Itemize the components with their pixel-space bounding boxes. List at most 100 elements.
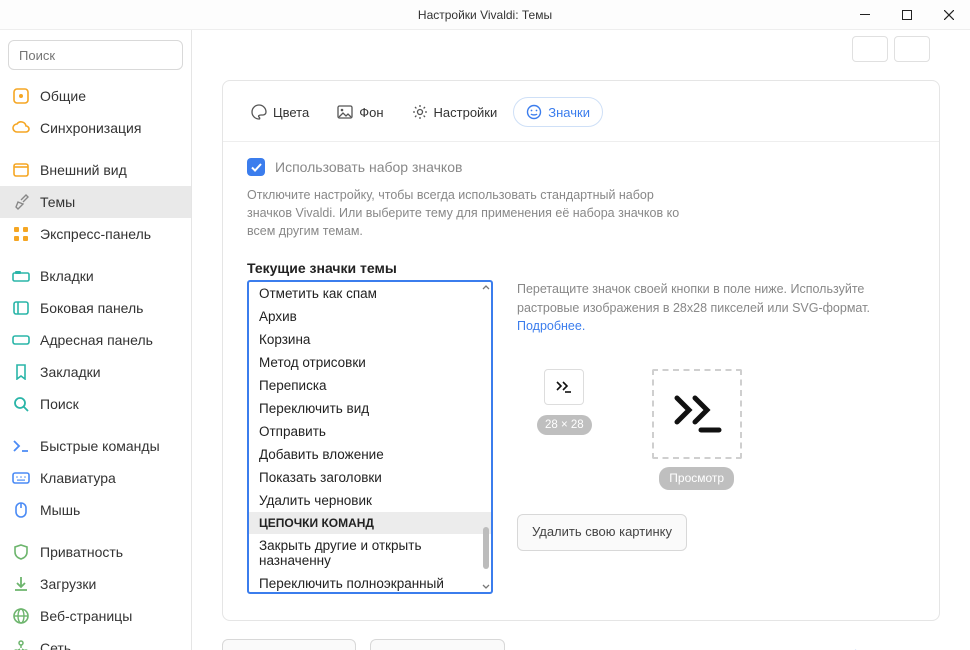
mouse-icon	[12, 501, 30, 519]
sidebar-item-label: Веб-страницы	[40, 608, 132, 624]
close-button[interactable]	[928, 0, 970, 29]
sidebar-item-bookmarks[interactable]: Закладки	[0, 356, 191, 388]
window-icon	[12, 161, 30, 179]
gear-icon	[412, 104, 428, 120]
command-chain-icon	[671, 392, 723, 436]
listbox-section-header: цепочки команд	[249, 512, 491, 534]
brush-icon	[12, 193, 30, 211]
listbox-option[interactable]: Архив	[249, 305, 491, 328]
bottom-actions: Открыть тему… Экспорт темы… Получить бол…	[222, 639, 940, 650]
sidebar-item-label: Боковая панель	[40, 300, 143, 316]
open-theme-button[interactable]: Открыть тему…	[222, 639, 356, 650]
smile-icon	[526, 104, 542, 120]
use-iconset-row[interactable]: Использовать набор значков	[247, 158, 915, 176]
listbox-option[interactable]: Переписка	[249, 374, 491, 397]
image-icon	[337, 104, 353, 120]
listbox-option[interactable]: Показать заголовки	[249, 466, 491, 489]
maximize-button[interactable]	[886, 0, 928, 29]
sidebar-item-label: Закладки	[40, 364, 101, 380]
tab-colors[interactable]: Цвета	[239, 98, 321, 126]
delete-custom-icon-button[interactable]: Удалить свою картинку	[517, 514, 687, 551]
sidebar-item-speeddial[interactable]: Экспресс-панель	[0, 218, 191, 250]
sidebar-item-search[interactable]: Поиск	[0, 388, 191, 420]
sidebar-item-sync[interactable]: Синхронизация	[0, 112, 191, 144]
sidebar-item-themes[interactable]: Темы	[0, 186, 191, 218]
drag-hint: Перетащите значок своей кнопки в поле ни…	[517, 280, 915, 334]
listbox-option[interactable]: Корзина	[249, 328, 491, 351]
sidebar: Общие Синхронизация Внешний вид Темы	[0, 30, 192, 650]
listbox-option[interactable]: Закрыть другие и открыть назначенну	[249, 534, 491, 572]
sidebar-item-label: Адресная панель	[40, 332, 153, 348]
sidebar-item-label: Общие	[40, 88, 86, 104]
sidebar-item-network[interactable]: Сеть	[0, 632, 191, 650]
small-preview: 28 × 28	[537, 369, 592, 436]
commands-icon	[12, 437, 30, 455]
tab-settings[interactable]: Настройки	[400, 98, 510, 126]
tab-icons[interactable]: Значки	[513, 97, 603, 127]
listbox-option[interactable]: Отметить как спам	[249, 282, 491, 305]
content-area: Цвета Фон Настройки	[192, 30, 970, 650]
cloud-icon	[12, 119, 30, 137]
sidebar-item-webpages[interactable]: Веб-страницы	[0, 600, 191, 632]
nav-list: Общие Синхронизация Внешний вид Темы	[0, 80, 191, 650]
checkbox-checked-icon[interactable]	[247, 158, 265, 176]
sidebar-item-label: Темы	[40, 194, 75, 210]
sidebar-item-label: Поиск	[40, 396, 79, 412]
scrollbar-thumb[interactable]	[483, 527, 489, 569]
listbox-option[interactable]: Метод отрисовки	[249, 351, 491, 374]
sidebar-item-panels[interactable]: Боковая панель	[0, 292, 191, 324]
listbox-option[interactable]: Переключить вид	[249, 397, 491, 420]
listbox-option[interactable]: Переключить полноэкранный режим	[249, 572, 491, 592]
icon-list-select[interactable]: Отметить как спамАрхивКорзинаМетод отрис…	[247, 280, 493, 594]
bookmark-icon	[12, 363, 30, 381]
sidebar-item-label: Экспресс-панель	[40, 226, 151, 242]
search-input[interactable]	[8, 40, 183, 70]
small-preview-canvas[interactable]	[544, 369, 584, 405]
learn-more-link[interactable]: Подробнее.	[517, 319, 585, 333]
sidebar-item-appearance[interactable]: Внешний вид	[0, 154, 191, 186]
listbox-option[interactable]: Удалить черновик	[249, 489, 491, 512]
minimize-button[interactable]	[844, 0, 886, 29]
use-iconset-hint: Отключите настройку, чтобы всегда исполь…	[247, 186, 687, 240]
big-preview: Просмотр	[652, 369, 742, 490]
sidebar-item-label: Быстрые команды	[40, 438, 160, 454]
sidebar-item-label: Клавиатура	[40, 470, 116, 486]
titlebar: Настройки Vivaldi: Темы	[0, 0, 970, 30]
sidebar-item-quickcommands[interactable]: Быстрые команды	[0, 430, 191, 462]
scroll-down-icon[interactable]	[482, 583, 490, 591]
preview-label: Просмотр	[659, 467, 734, 490]
size-badge: 28 × 28	[537, 415, 592, 436]
theme-edit-card: Цвета Фон Настройки	[222, 80, 940, 621]
sidebar-item-label: Мышь	[40, 502, 80, 518]
export-theme-button[interactable]: Экспорт темы…	[370, 639, 505, 650]
sidebar-item-downloads[interactable]: Загрузки	[0, 568, 191, 600]
current-icons-title: Текущие значки темы	[247, 260, 915, 276]
icon-preview-column: Перетащите значок своей кнопки в поле ни…	[517, 280, 915, 551]
sidebar-item-tabs[interactable]: Вкладки	[0, 260, 191, 292]
search-icon	[12, 395, 30, 413]
settings-icon	[12, 87, 30, 105]
sidebar-item-mouse[interactable]: Мышь	[0, 494, 191, 526]
download-icon	[12, 575, 30, 593]
sidebar-item-keyboard[interactable]: Клавиатура	[0, 462, 191, 494]
tabs-icon	[12, 267, 30, 285]
scroll-up-icon[interactable]	[482, 283, 490, 291]
sidebar-item-addressbar[interactable]: Адресная панель	[0, 324, 191, 356]
tab-label: Настройки	[434, 105, 498, 120]
listbox-scrollbar[interactable]	[482, 282, 490, 592]
tab-label: Цвета	[273, 105, 309, 120]
theme-action-buttons	[852, 36, 930, 62]
panel-icon	[12, 299, 30, 317]
listbox-option[interactable]: Добавить вложение	[249, 443, 491, 466]
addressbar-icon	[12, 331, 30, 349]
sidebar-item-privacy[interactable]: Приватность	[0, 536, 191, 568]
tab-background[interactable]: Фон	[325, 98, 395, 126]
sidebar-item-label: Приватность	[40, 544, 123, 560]
window-controls	[844, 0, 970, 29]
listbox-option[interactable]: Отправить	[249, 420, 491, 443]
theme-action-2[interactable]	[894, 36, 930, 62]
theme-action-1[interactable]	[852, 36, 888, 62]
sidebar-item-label: Внешний вид	[40, 162, 127, 178]
big-preview-dropzone[interactable]	[652, 369, 742, 459]
sidebar-item-general[interactable]: Общие	[0, 80, 191, 112]
